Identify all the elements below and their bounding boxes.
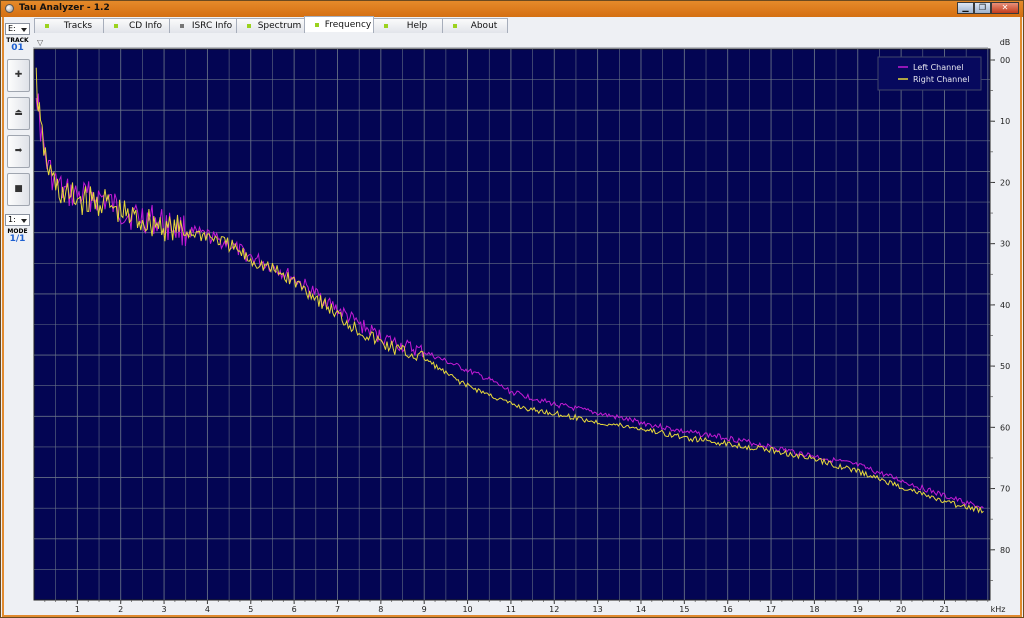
y-tick-label: 50 <box>1000 362 1010 371</box>
x-tick-label: 2 <box>118 605 123 614</box>
x-tick-label: 12 <box>549 605 559 614</box>
x-tick-label: 5 <box>248 605 253 614</box>
x-tick-label: 1 <box>75 605 80 614</box>
x-tick-label: 14 <box>636 605 646 614</box>
legend-label: Left Channel <box>913 63 963 72</box>
x-tick-label: 19 <box>853 605 863 614</box>
x-tick-label: 17 <box>766 605 776 614</box>
x-tick-label: 9 <box>422 605 427 614</box>
legend-label: Right Channel <box>913 75 969 84</box>
x-tick-label: 8 <box>378 605 383 614</box>
y-tick-label: 00 <box>1000 56 1010 65</box>
y-tick-label: 10 <box>1000 117 1010 126</box>
x-tick-label: 16 <box>723 605 733 614</box>
x-tick-label: 11 <box>506 605 516 614</box>
x-tick-label: 3 <box>162 605 167 614</box>
x-tick-label: 7 <box>335 605 340 614</box>
x-tick-label: 4 <box>205 605 210 614</box>
y-tick-label: 80 <box>1000 546 1010 555</box>
x-axis-label: kHz <box>991 605 1006 614</box>
x-tick-label: 18 <box>809 605 819 614</box>
y-tick-label: 20 <box>1000 178 1010 187</box>
x-tick-label: 10 <box>462 605 472 614</box>
y-tick-label: 30 <box>1000 240 1010 249</box>
frequency-chart: Left ChannelRight Channel 1 2 3 4 5 6 7 8 9 10 11 1… <box>33 38 1011 614</box>
x-tick-label: 13 <box>593 605 603 614</box>
x-tick-label: 20 <box>896 605 906 614</box>
y-axis-label: dB <box>1000 38 1011 47</box>
tab-frequency[interactable]: Frequency <box>304 16 374 32</box>
chart-legend <box>877 56 982 91</box>
y-tick-label: 60 <box>1000 423 1010 432</box>
x-tick-label: 15 <box>679 605 689 614</box>
x-tick-label: 6 <box>292 605 297 614</box>
y-tick-label: 40 <box>1000 301 1010 310</box>
x-tick-label: 21 <box>939 605 949 614</box>
tab-label: Frequency <box>324 20 372 30</box>
y-tick-label: 70 <box>1000 485 1010 494</box>
